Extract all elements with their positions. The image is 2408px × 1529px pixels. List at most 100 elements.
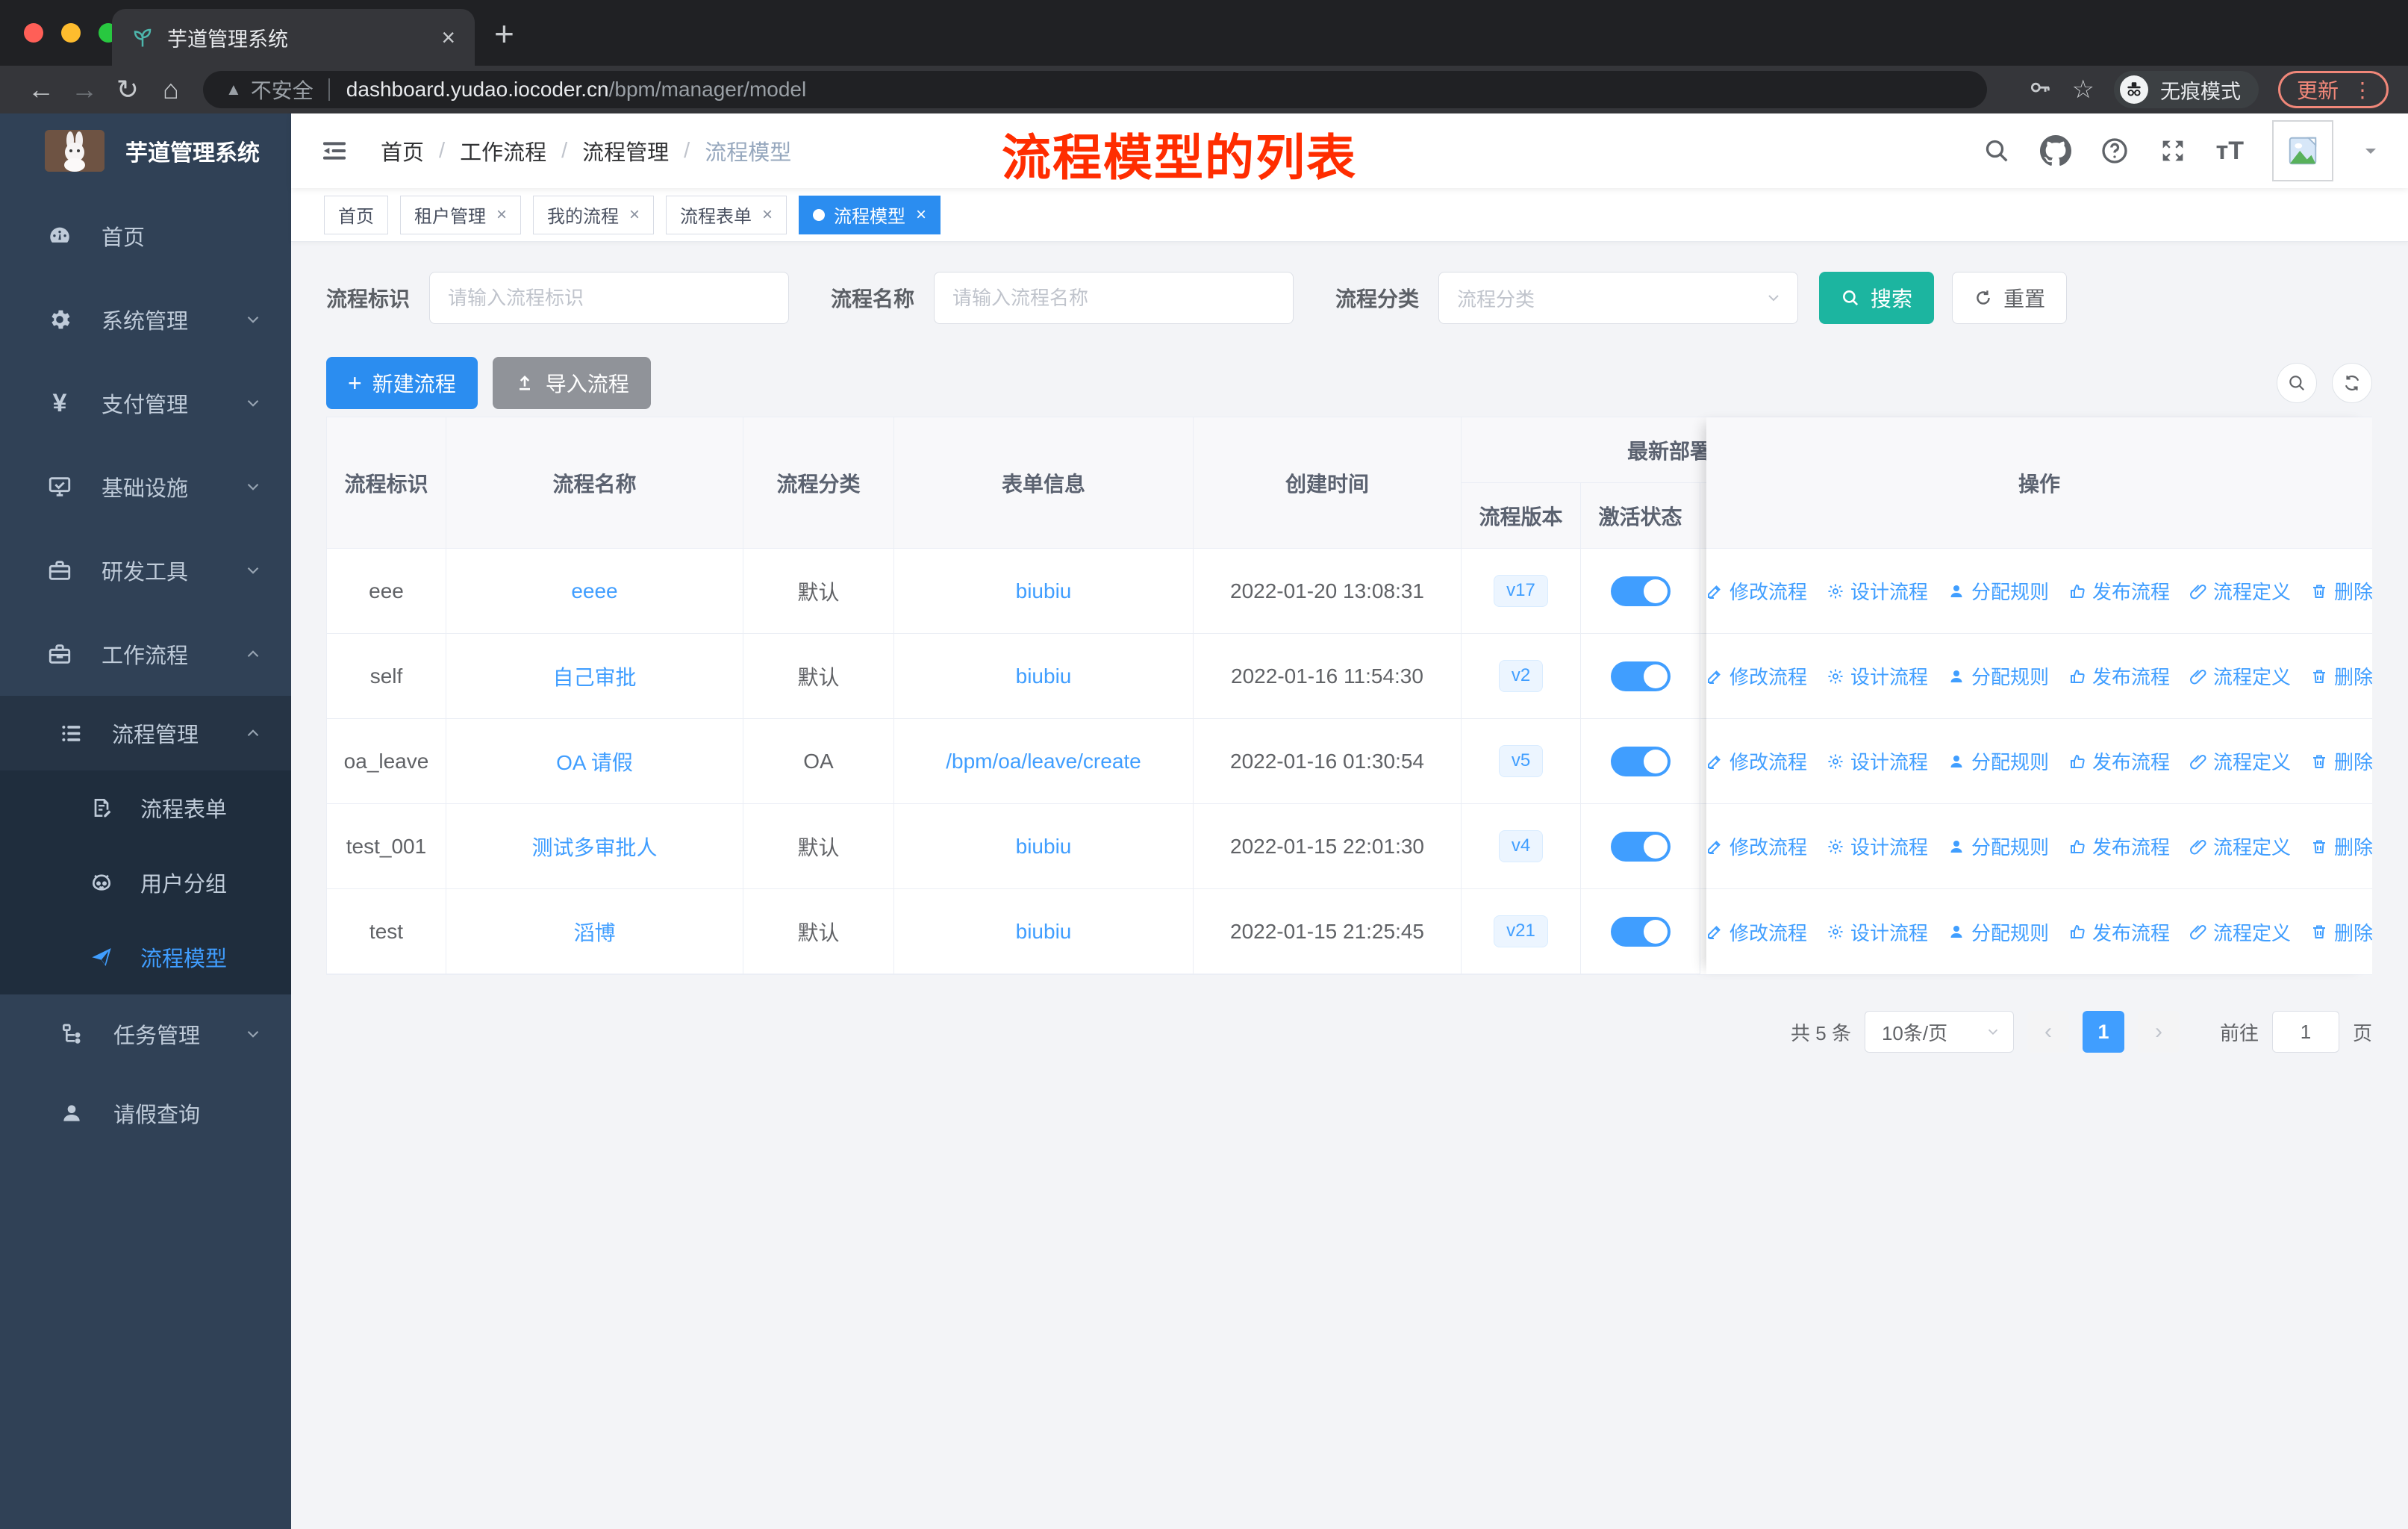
- window-close-button[interactable]: [24, 23, 43, 43]
- filter-id-input[interactable]: [429, 272, 790, 324]
- browser-menu-icon[interactable]: ⋮: [2352, 78, 2373, 102]
- avatar-caret-icon[interactable]: [2362, 142, 2380, 160]
- publish-process-link[interactable]: 发布流程: [2068, 832, 2170, 860]
- reset-button[interactable]: 重置: [1952, 272, 2068, 324]
- active-toggle[interactable]: [1610, 576, 1671, 606]
- breadcrumb-item[interactable]: 工作流程: [460, 135, 546, 166]
- process-definition-link[interactable]: 流程定义: [2189, 918, 2291, 946]
- filter-category-select[interactable]: 流程分类: [1438, 272, 1799, 324]
- modify-process-link[interactable]: 修改流程: [1706, 747, 1807, 775]
- sidebar-item-dev-tools[interactable]: 研发工具: [0, 529, 291, 612]
- sidebar-item-process-management[interactable]: 流程管理: [0, 696, 291, 770]
- address-bar[interactable]: ▲ 不安全 dashboard.yudao.iocoder.cn /bpm/ma…: [203, 71, 1987, 108]
- form-info-link[interactable]: biubiu: [1016, 579, 1072, 603]
- process-name-link[interactable]: OA 请假: [556, 747, 633, 776]
- design-process-link[interactable]: 设计流程: [1827, 832, 1928, 860]
- delete-link[interactable]: 删除: [2310, 577, 2373, 605]
- breadcrumb-item[interactable]: 流程管理: [582, 135, 669, 166]
- sidebar-item-process-model[interactable]: 流程模型: [0, 920, 291, 994]
- publish-process-link[interactable]: 发布流程: [2068, 747, 2170, 775]
- process-definition-link[interactable]: 流程定义: [2189, 577, 2291, 605]
- form-info-link[interactable]: biubiu: [1016, 920, 1072, 944]
- prev-page-button[interactable]: ‹: [2027, 1011, 2069, 1053]
- modify-process-link[interactable]: 修改流程: [1706, 832, 1807, 860]
- sidebar-item-leave-query[interactable]: 请假查询: [0, 1074, 291, 1153]
- active-toggle[interactable]: [1610, 916, 1671, 947]
- search-icon[interactable]: [1982, 136, 2012, 166]
- forward-icon[interactable]: →: [63, 74, 106, 105]
- create-process-button[interactable]: + 新建流程: [326, 357, 478, 409]
- form-info-link[interactable]: biubiu: [1016, 835, 1072, 859]
- process-name-link[interactable]: 自己审批: [552, 661, 636, 691]
- process-name-link[interactable]: 测试多审批人: [531, 832, 657, 862]
- filter-name-input[interactable]: [934, 272, 1294, 324]
- assign-rule-link[interactable]: 分配规则: [1947, 662, 2049, 690]
- design-process-link[interactable]: 设计流程: [1827, 918, 1928, 946]
- version-badge[interactable]: v4: [1498, 830, 1544, 862]
- browser-update-button[interactable]: 更新 ⋮: [2277, 71, 2389, 108]
- design-process-link[interactable]: 设计流程: [1827, 747, 1928, 775]
- tag-process-form[interactable]: 流程表单 ×: [666, 195, 787, 234]
- tag-my-process[interactable]: 我的流程 ×: [533, 195, 655, 234]
- search-button[interactable]: 搜索: [1819, 272, 1935, 324]
- window-minimize-button[interactable]: [61, 23, 81, 43]
- sidebar-collapse-icon[interactable]: [319, 136, 349, 166]
- design-process-link[interactable]: 设计流程: [1827, 577, 1928, 605]
- tag-close-icon[interactable]: ×: [916, 205, 926, 225]
- tag-close-icon[interactable]: ×: [629, 205, 640, 225]
- next-page-button[interactable]: ›: [2137, 1011, 2180, 1053]
- form-info-link[interactable]: /bpm/oa/leave/create: [946, 750, 1141, 773]
- browser-tab[interactable]: 芋道管理系统 ×: [112, 9, 475, 66]
- publish-process-link[interactable]: 发布流程: [2068, 918, 2170, 946]
- sidebar-logo-row[interactable]: 芋道管理系统: [0, 113, 291, 188]
- modify-process-link[interactable]: 修改流程: [1706, 918, 1807, 946]
- delete-link[interactable]: 删除: [2310, 747, 2373, 775]
- delete-link[interactable]: 删除: [2310, 918, 2373, 946]
- assign-rule-link[interactable]: 分配规则: [1947, 577, 2049, 605]
- publish-process-link[interactable]: 发布流程: [2068, 577, 2170, 605]
- design-process-link[interactable]: 设计流程: [1827, 662, 1928, 690]
- assign-rule-link[interactable]: 分配规则: [1947, 832, 2049, 860]
- tag-close-icon[interactable]: ×: [496, 205, 507, 225]
- sidebar-item-infrastructure[interactable]: 基础设施: [0, 445, 291, 529]
- process-name-link[interactable]: 滔博: [573, 917, 615, 947]
- delete-link[interactable]: 删除: [2310, 662, 2373, 690]
- modify-process-link[interactable]: 修改流程: [1706, 577, 1807, 605]
- tab-close-icon[interactable]: ×: [441, 24, 455, 52]
- goto-page-input[interactable]: [2271, 1011, 2339, 1053]
- refresh-table-button[interactable]: [2332, 363, 2372, 403]
- sidebar-item-user-group[interactable]: 用户分组: [0, 845, 291, 920]
- avatar[interactable]: [2272, 120, 2333, 181]
- sidebar-item-task-management[interactable]: 任务管理: [0, 994, 291, 1074]
- help-icon[interactable]: [2100, 136, 2130, 166]
- process-definition-link[interactable]: 流程定义: [2189, 662, 2291, 690]
- page-size-select[interactable]: 10条/页: [1864, 1011, 2014, 1053]
- security-label[interactable]: 不安全: [251, 75, 314, 105]
- tag-tenant[interactable]: 租户管理 ×: [400, 195, 522, 234]
- breadcrumb-item[interactable]: 首页: [381, 135, 424, 166]
- form-info-link[interactable]: biubiu: [1016, 664, 1072, 688]
- sidebar-item-system[interactable]: 系统管理: [0, 278, 291, 361]
- new-tab-button[interactable]: +: [494, 13, 514, 54]
- tag-home[interactable]: 首页: [324, 195, 388, 234]
- fullscreen-icon[interactable]: [2158, 136, 2188, 166]
- version-badge[interactable]: v5: [1498, 745, 1544, 777]
- sidebar-item-process-form[interactable]: 流程表单: [0, 770, 291, 845]
- active-toggle[interactable]: [1610, 831, 1671, 862]
- version-badge[interactable]: v17: [1494, 575, 1548, 607]
- publish-process-link[interactable]: 发布流程: [2068, 662, 2170, 690]
- back-icon[interactable]: ←: [19, 74, 63, 105]
- import-process-button[interactable]: 导入流程: [492, 357, 651, 409]
- font-size-icon[interactable]: ᴛT: [2216, 137, 2244, 166]
- version-badge[interactable]: v2: [1498, 660, 1544, 692]
- show-search-toggle-button[interactable]: [2277, 363, 2317, 403]
- home-icon[interactable]: ⌂: [149, 74, 193, 105]
- tag-close-icon[interactable]: ×: [762, 205, 773, 225]
- process-definition-link[interactable]: 流程定义: [2189, 832, 2291, 860]
- tag-process-model-active[interactable]: 流程模型 ×: [799, 195, 941, 234]
- process-definition-link[interactable]: 流程定义: [2189, 747, 2291, 775]
- active-toggle[interactable]: [1610, 746, 1671, 776]
- assign-rule-link[interactable]: 分配规则: [1947, 918, 2049, 946]
- version-badge[interactable]: v21: [1494, 915, 1548, 947]
- page-number-1[interactable]: 1: [2082, 1011, 2124, 1053]
